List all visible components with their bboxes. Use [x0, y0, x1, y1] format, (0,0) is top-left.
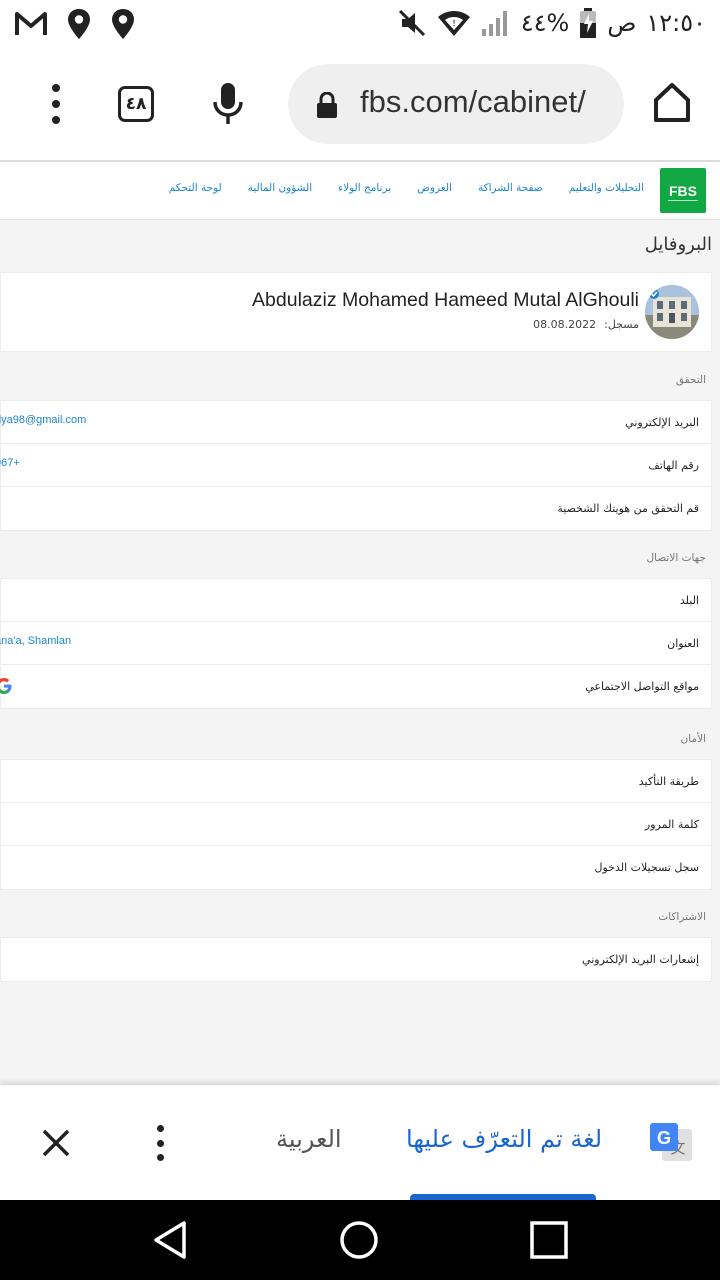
section-label-verification: التحقق: [675, 374, 706, 386]
nav-loyalty[interactable]: برنامج الولاء: [338, 182, 391, 194]
row-label: رقم الهاتف: [648, 459, 699, 472]
fbs-logo[interactable]: FBS: [660, 168, 706, 213]
row-label: قم التحقق من هويتك الشخصية: [557, 502, 699, 515]
web-page: FBS لوحة التحكم الشؤون المالية برنامج ال…: [0, 160, 720, 1085]
location-pin-icon: [112, 9, 134, 39]
battery-charging-icon: [580, 8, 597, 38]
email-value[interactable]: dya98@gmail.com: [0, 414, 86, 426]
nav-promotions[interactable]: العروض: [417, 182, 452, 194]
row-label: مواقع التواصل الاجتماعي: [585, 680, 699, 693]
battery-percent: ٤٤%: [520, 9, 570, 37]
nav-analytics[interactable]: التحليلات والتعليم: [569, 182, 644, 194]
subscriptions-card: إشعارات البريد الإلكتروني: [0, 937, 712, 982]
dot: [52, 100, 60, 108]
mute-icon: [398, 9, 425, 37]
dot: [156, 1139, 164, 1147]
row-label: طريقة التأكيد: [638, 775, 699, 788]
home-circle-icon[interactable]: [337, 1218, 381, 1262]
dot: [156, 1125, 164, 1132]
phone-value[interactable]: 967+: [0, 457, 20, 469]
row-email[interactable]: البريد الإلكتروني dya98@gmail.com: [0, 401, 711, 444]
system-icons: ! ٤٤% ص ١٢:٥٠: [397, 8, 706, 38]
translate-bar: العربية لغة تم التعرّف عليها 文 G: [0, 1085, 720, 1200]
registered-date: 08.08.2022: [533, 318, 597, 331]
dot: [52, 116, 60, 124]
section-label-security: الأمان: [680, 733, 706, 745]
lock-icon: [317, 92, 337, 118]
wifi-icon: !: [437, 11, 470, 36]
screen: ! ٤٤% ص ١٢:٥٠ ٤٨ fbs.com/cabinet/ FBS لو…: [0, 0, 720, 1280]
security-card: طريقة التأكيد كلمة المرور سجل تسجيلات ال…: [0, 759, 712, 890]
page-title: البروفايل: [644, 234, 712, 255]
row-address[interactable]: العنوان ana'a, Shamlan: [0, 622, 711, 665]
profile-card: Abdulaziz Mohamed Hameed Mutal AlGhouli …: [0, 272, 712, 352]
registered-label: مسجل:: [604, 318, 639, 331]
browser-menu-button[interactable]: [40, 84, 72, 124]
row-label: البريد الإلكتروني: [625, 416, 699, 429]
site-nav: لوحة التحكم الشؤون المالية برنامج الولاء…: [169, 182, 644, 194]
row-email-notifications[interactable]: إشعارات البريد الإلكتروني: [1, 938, 711, 981]
location-pin-icon: [68, 9, 90, 39]
avatar-image: [645, 285, 699, 339]
google-translate-icon: 文 G: [650, 1123, 692, 1161]
status-bar: ! ٤٤% ص ١٢:٥٠: [0, 0, 720, 48]
dot: [156, 1154, 164, 1161]
address-bar[interactable]: fbs.com/cabinet/: [288, 64, 624, 144]
notification-icons: [14, 8, 136, 40]
row-label: إشعارات البريد الإلكتروني: [582, 953, 699, 966]
registration-info: مسجل: 08.08.2022: [533, 318, 639, 331]
translate-detected-language-tab[interactable]: لغة تم التعرّف عليها: [406, 1125, 602, 1153]
nav-finances[interactable]: الشؤون المالية: [248, 182, 312, 194]
translate-language-option[interactable]: العربية: [276, 1125, 342, 1153]
system-navigation-bar: [0, 1200, 720, 1280]
am-pm: ص: [607, 9, 637, 37]
section-label-contacts: جهات الاتصال: [646, 552, 706, 564]
nav-partnership[interactable]: صفحة الشراكة: [478, 182, 543, 194]
svg-text:G: G: [657, 1128, 671, 1148]
verification-card: البريد الإلكتروني dya98@gmail.com رقم ال…: [0, 400, 712, 531]
translate-options-button[interactable]: [154, 1125, 166, 1161]
microphone-icon[interactable]: [210, 82, 246, 126]
row-social[interactable]: مواقع التواصل الاجتماعي: [0, 665, 711, 708]
site-header: FBS لوحة التحكم الشؤون المالية برنامج ال…: [0, 162, 720, 220]
nav-dashboard[interactable]: لوحة التحكم: [169, 182, 222, 194]
contacts-card: البلد العنوان ana'a, Shamlan مواقع التوا…: [0, 578, 712, 709]
row-confirmation-method[interactable]: طريقة التأكيد: [1, 760, 711, 803]
row-label: كلمة المرور: [644, 818, 699, 831]
row-label: سجل تسجيلات الدخول: [594, 861, 699, 874]
address-value[interactable]: ana'a, Shamlan: [0, 635, 71, 647]
avatar[interactable]: [645, 285, 699, 339]
back-icon[interactable]: [148, 1218, 192, 1262]
clock: ١٢:٥٠: [646, 9, 706, 37]
svg-text:!: !: [452, 19, 456, 29]
tab-switcher-button[interactable]: ٤٨: [118, 86, 154, 122]
row-country[interactable]: البلد: [1, 579, 711, 622]
recents-icon[interactable]: [527, 1218, 571, 1262]
signal-icon: [481, 11, 507, 36]
profile-name: Abdulaziz Mohamed Hameed Mutal AlGhouli: [252, 289, 639, 311]
close-icon[interactable]: [40, 1127, 72, 1159]
browser-toolbar: ٤٨ fbs.com/cabinet/: [0, 48, 720, 160]
row-identity[interactable]: قم التحقق من هويتك الشخصية: [1, 487, 711, 530]
row-password[interactable]: كلمة المرور: [1, 803, 711, 846]
google-icon[interactable]: [0, 677, 13, 695]
row-login-history[interactable]: سجل تسجيلات الدخول: [1, 846, 711, 889]
gmail-icon: [15, 12, 47, 35]
dot: [52, 84, 60, 92]
row-label: البلد: [679, 594, 699, 607]
row-phone[interactable]: رقم الهاتف 967+: [0, 444, 711, 487]
url-text: fbs.com/cabinet/: [360, 84, 586, 119]
section-label-subscriptions: الاشتراكات: [658, 911, 706, 923]
row-label: العنوان: [667, 637, 699, 650]
home-icon[interactable]: [652, 80, 692, 124]
